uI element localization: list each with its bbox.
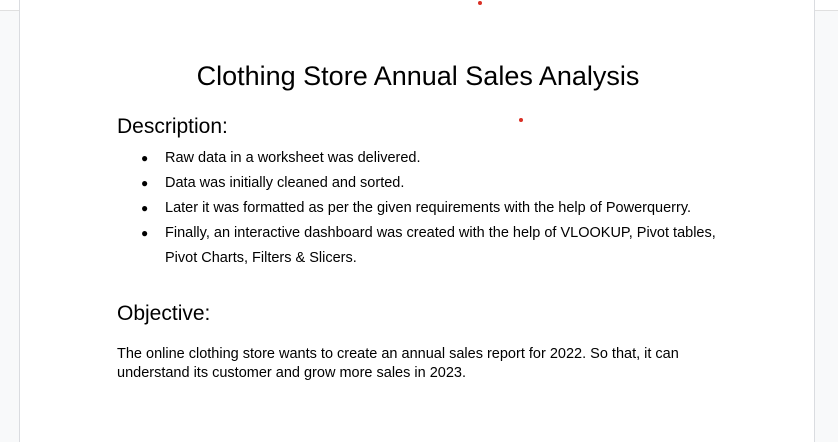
list-item-text: Raw data in a worksheet was delivered.	[165, 150, 421, 166]
description-heading: Description:	[117, 115, 228, 138]
list-item: ● Data was initially cleaned and sorted.	[117, 171, 737, 196]
list-item-text: Later it was formatted as per the given …	[165, 200, 692, 216]
list-item: ● Finally, an interactive dashboard was c…	[117, 221, 737, 271]
objective-heading: Objective:	[117, 302, 211, 325]
list-item: ● Later it was formatted as per the given…	[117, 196, 737, 221]
bullet-icon: ●	[141, 151, 149, 165]
bullet-icon: ●	[141, 201, 149, 215]
description-list: ● Raw data in a worksheet was delivered. …	[117, 146, 737, 271]
bullet-icon: ●	[141, 176, 149, 190]
cursor-marker-icon	[478, 1, 482, 5]
bullet-icon: ●	[141, 226, 149, 240]
cursor-marker-icon	[519, 118, 523, 122]
document-page[interactable]: Clothing Store Annual Sales Analysis Des…	[19, 0, 815, 442]
list-item-text: Finally, an interactive dashboard was cr…	[165, 225, 716, 266]
objective-paragraph: The online clothing store wants to creat…	[117, 346, 679, 381]
document-title: Clothing Store Annual Sales Analysis	[196, 61, 640, 91]
list-item: ● Raw data in a worksheet was delivered.	[117, 146, 737, 171]
list-item-text: Data was initially cleaned and sorted.	[165, 175, 405, 191]
